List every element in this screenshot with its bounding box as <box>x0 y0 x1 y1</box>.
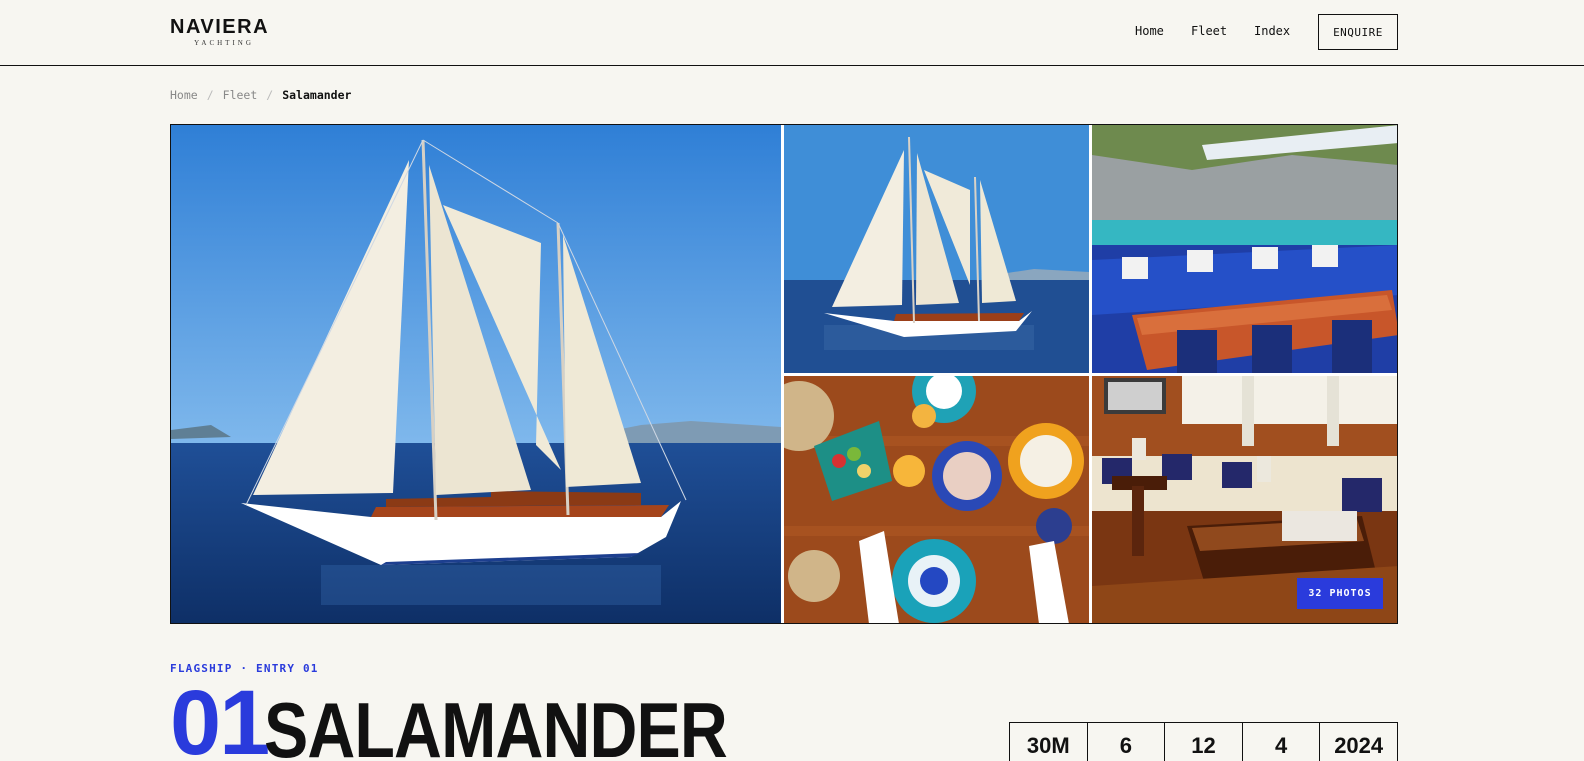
gallery-main-photo[interactable] <box>171 125 781 623</box>
breadcrumb-fleet[interactable]: Fleet <box>223 88 258 102</box>
stat-cabins: 6 <box>1088 723 1166 761</box>
yacht-stats: 30M 6 12 4 2024 <box>1009 722 1398 761</box>
stat-year: 2024 <box>1334 733 1384 758</box>
photo-count-button[interactable]: 32 PHOTOS <box>1297 578 1383 609</box>
breadcrumb: Home / Fleet / Salamander <box>170 88 351 102</box>
breadcrumb-current: Salamander <box>282 88 352 102</box>
nav-home-link[interactable]: Home <box>1135 24 1164 38</box>
brand-logo[interactable]: NAVIERA YACHTING <box>170 17 280 49</box>
stat-guests: 12 <box>1165 723 1243 761</box>
nav-fleet-link[interactable]: Fleet <box>1191 24 1227 38</box>
breadcrumb-separator: / <box>266 88 274 102</box>
brand-name: NAVIERA <box>170 16 270 38</box>
site-header: NAVIERA YACHTING Home Fleet Index ENQUIR… <box>0 0 1584 66</box>
breadcrumb-home[interactable]: Home <box>170 88 198 102</box>
yacht-name-title: SALAMANDER <box>264 686 728 761</box>
gallery-dining-photo[interactable] <box>784 376 1089 623</box>
brand-tagline: YACHTING <box>194 39 254 47</box>
stat-length: 30M <box>1010 723 1088 761</box>
gallery-sail-photo[interactable] <box>784 125 1089 373</box>
gallery-deck-photo[interactable] <box>1092 125 1397 373</box>
enquire-button[interactable]: ENQUIRE <box>1318 14 1398 50</box>
nav-index-link[interactable]: Index <box>1254 24 1290 38</box>
breadcrumb-separator: / <box>206 88 214 102</box>
entry-number: 01 <box>170 672 270 761</box>
photo-gallery: 32 PHOTOS <box>170 124 1398 624</box>
stat-crew: 4 <box>1243 723 1321 761</box>
